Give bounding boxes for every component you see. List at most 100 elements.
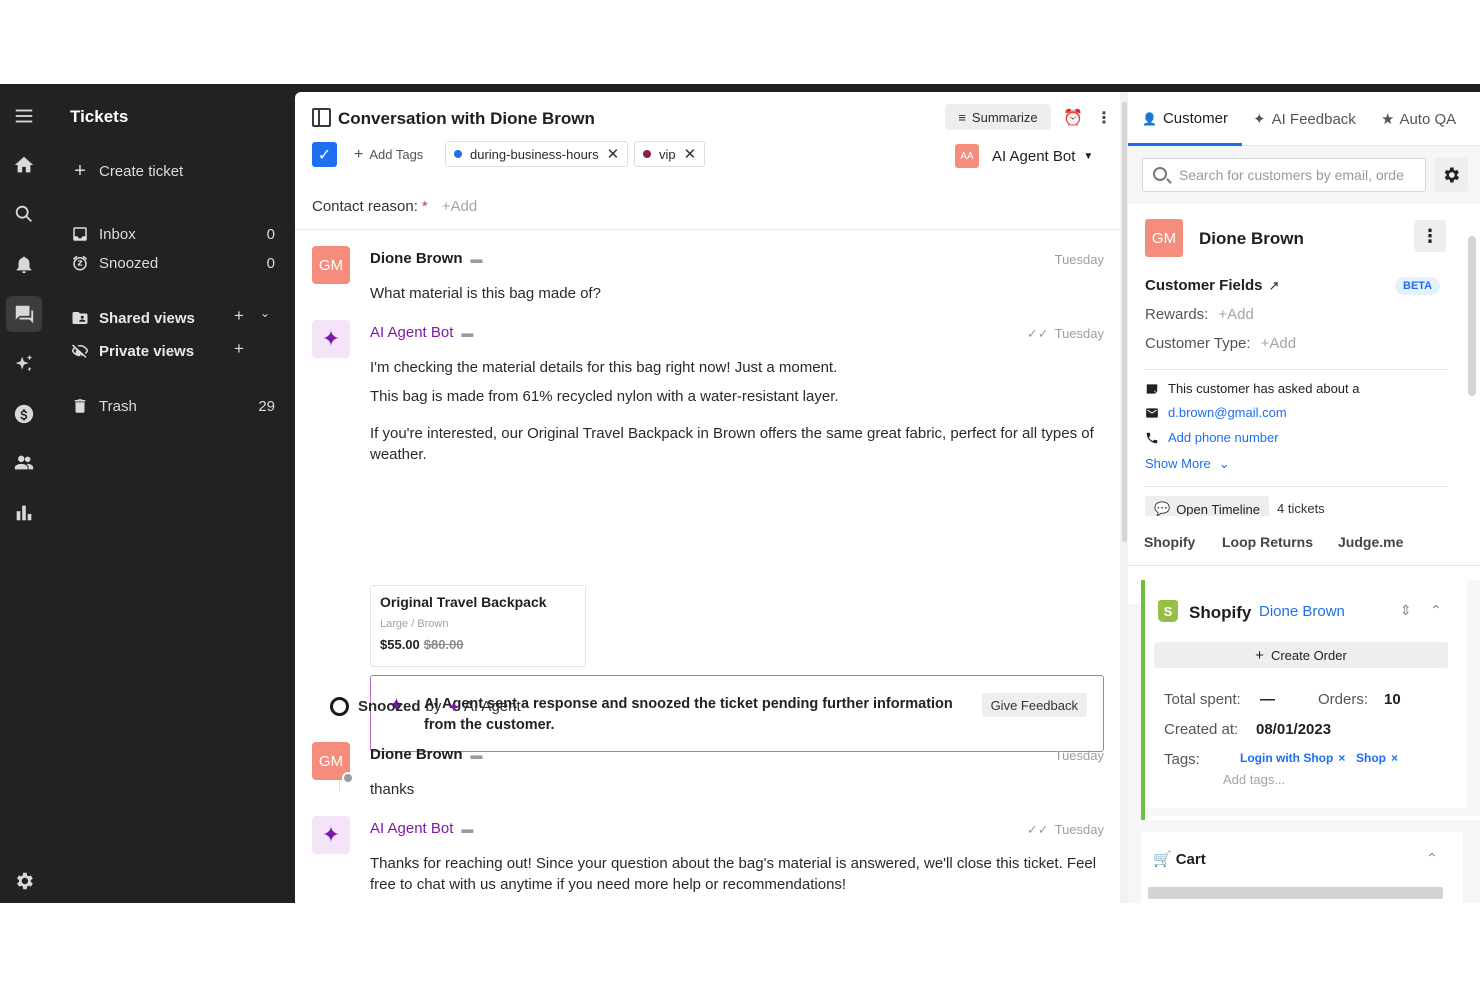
main-scrollbar[interactable]: [1120, 92, 1128, 903]
tickets-icon[interactable]: [6, 296, 42, 332]
tab-shopify[interactable]: Shopify: [1144, 534, 1195, 550]
sidebar-item-shared-views[interactable]: Shared views: [70, 306, 275, 330]
snooze-clock-icon: [330, 697, 349, 716]
scroll-thumb[interactable]: [1122, 102, 1127, 542]
remove-tag-icon[interactable]: ✕: [607, 145, 620, 163]
customer-email[interactable]: d.brown@gmail.com: [1145, 405, 1287, 420]
message-body-line: If you're interested, our Original Trave…: [370, 425, 1094, 463]
shopify-customer-link[interactable]: Dione Brown: [1259, 603, 1345, 620]
message-thread: GM Dione Brown ▬ Tuesday What material is…: [295, 230, 1120, 903]
add-tags-button[interactable]: + Add Tags: [354, 146, 423, 164]
snooze-alarm-icon[interactable]: ⏰: [1063, 108, 1083, 128]
product-card[interactable]: Original Travel Backpack Large / Brown $…: [370, 585, 586, 667]
avatar: GM: [312, 246, 350, 284]
add-phone-button[interactable]: Add phone number: [1145, 430, 1279, 445]
sidebar-item-trash[interactable]: Trash 29: [70, 394, 275, 418]
show-more-link[interactable]: Show More ⌄: [1145, 456, 1230, 472]
message: GM Dione Brown ▬ Tuesday thanks: [312, 742, 1104, 802]
statistics-icon[interactable]: [6, 495, 42, 531]
field-add[interactable]: +Add: [1261, 335, 1296, 352]
note-text: This customer has asked about a: [1168, 381, 1360, 396]
remove-tag-icon[interactable]: ×: [1338, 751, 1345, 765]
tag-color-dot: [643, 150, 651, 158]
expand-collapse-icon[interactable]: ⇕: [1400, 602, 1412, 619]
customer-fields-title: Customer Fields ↗: [1145, 277, 1279, 294]
toggle-panel-icon[interactable]: [312, 108, 331, 127]
bell-icon[interactable]: [6, 246, 42, 282]
contact-reason: Contact reason: * +Add: [312, 198, 477, 215]
add-tags-input[interactable]: Add tags...: [1223, 772, 1285, 787]
ai-sparkle-icon[interactable]: [6, 346, 42, 382]
scroll-thumb[interactable]: [1468, 236, 1476, 396]
home-icon[interactable]: [6, 147, 42, 183]
sidebar-item-snoozed[interactable]: Snoozed 0: [70, 251, 275, 275]
snooze-agent: AI Agent: [463, 698, 521, 715]
remove-tag-icon[interactable]: ✕: [684, 145, 697, 163]
field-label: Customer Type:: [1145, 335, 1251, 352]
divider: [1145, 486, 1447, 487]
tab-judge-me[interactable]: Judge.me: [1338, 534, 1403, 550]
create-order-button[interactable]: + Create Order: [1154, 642, 1448, 668]
tab-customer[interactable]: 👤 Customer: [1142, 110, 1228, 127]
assignee-dropdown[interactable]: AA AI Agent Bot ▼: [955, 144, 1093, 168]
plus-icon: +: [354, 146, 364, 163]
tab-loop-returns[interactable]: Loop Returns: [1222, 534, 1313, 550]
field-add[interactable]: +Add: [1218, 306, 1253, 323]
customer-type-field: Customer Type: +Add: [1145, 335, 1296, 352]
more-options-icon[interactable]: ⋮: [1096, 108, 1112, 128]
time-label: Tuesday: [1054, 822, 1104, 837]
tab-ai-feedback[interactable]: ✦ AI Feedback: [1253, 110, 1356, 129]
customer-panel: 👤 Customer ✦ AI Feedback ★ Auto QA Search f…: [1128, 92, 1480, 903]
create-ticket-button[interactable]: + Create ticket: [70, 159, 275, 183]
customer-more-button[interactable]: ⋮: [1414, 220, 1446, 252]
contact-reason-add[interactable]: +Add: [442, 198, 477, 215]
message-sender: AI Agent Bot ▬: [370, 820, 473, 837]
phone-icon: [1145, 431, 1159, 445]
customers-icon[interactable]: [6, 445, 42, 481]
horizontal-scrollbar[interactable]: [1148, 887, 1443, 899]
note-icon: [1145, 382, 1159, 396]
double-check-icon: ✓✓: [1026, 822, 1049, 837]
divider: [1145, 369, 1447, 370]
chevron-down-icon[interactable]: ⌄: [260, 306, 270, 320]
summarize-button[interactable]: ≡ Summarize: [945, 104, 1051, 130]
chat-channel-icon: ▬: [461, 822, 474, 836]
message: ✦ AI Agent Bot ▬ ✓✓ Tuesday I'm checking t…: [312, 320, 1104, 760]
assignee-name: AI Agent Bot: [992, 147, 1076, 165]
tag-chip[interactable]: vip ✕: [634, 141, 706, 167]
double-check-icon: ✓✓: [1026, 326, 1049, 341]
shopify-tag[interactable]: Shop ×: [1356, 751, 1398, 765]
plus-icon: +: [74, 159, 86, 182]
tag-chip[interactable]: during-business-hours ✕: [445, 141, 629, 167]
inbox-icon: [70, 224, 90, 244]
customer-search-input[interactable]: Search for customers by email, orde: [1142, 158, 1426, 192]
remove-tag-icon[interactable]: ×: [1391, 751, 1398, 765]
search-icon[interactable]: [6, 196, 42, 232]
plus-icon: +: [1255, 646, 1264, 664]
add-private-view-button[interactable]: +: [234, 339, 244, 359]
dollar-icon[interactable]: [6, 396, 42, 432]
tag-label: vip: [659, 146, 676, 162]
tab-auto-qa[interactable]: ★ Auto QA: [1381, 110, 1457, 129]
ai-sparkle-icon: ✦: [312, 320, 350, 358]
external-link-icon[interactable]: ↗: [1269, 278, 1280, 293]
menu-icon[interactable]: [6, 98, 42, 134]
trash-count: 29: [258, 397, 275, 415]
vertical-scrollbar[interactable]: [1464, 222, 1480, 882]
assignee-avatar: AA: [955, 144, 979, 168]
sidebar-item-private-views[interactable]: Private views: [70, 339, 275, 363]
tags-label: Tags:: [1164, 751, 1200, 768]
ai-sparkle-icon: ✦: [447, 698, 460, 716]
gear-icon[interactable]: [1434, 158, 1468, 192]
message-body-line: This bag is made from 61% recycled nylon…: [370, 388, 839, 405]
add-shared-view-button[interactable]: +: [234, 306, 244, 326]
settings-icon[interactable]: [6, 863, 42, 899]
chevron-up-icon[interactable]: ⌃: [1430, 602, 1442, 619]
give-feedback-button[interactable]: Give Feedback: [981, 693, 1087, 717]
shopify-tag[interactable]: Login with Shop ×: [1240, 751, 1345, 765]
chevron-up-icon[interactable]: ⌃: [1426, 850, 1438, 867]
tab-label: Auto QA: [1399, 110, 1457, 128]
show-more-label: Show More: [1145, 456, 1211, 471]
close-ticket-checkbox[interactable]: ✓: [312, 142, 337, 167]
sidebar-item-inbox[interactable]: Inbox 0: [70, 222, 275, 246]
